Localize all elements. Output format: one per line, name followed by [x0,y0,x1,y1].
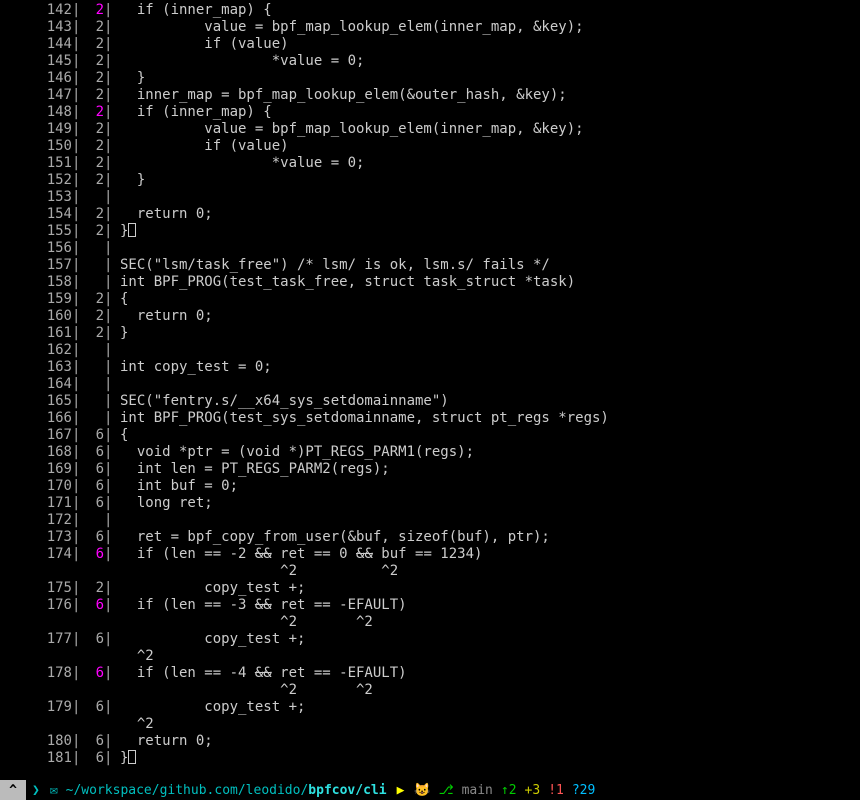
code-line: 165||SEC("fentry.s/__x64_sys_setdomainna… [0,393,860,410]
code-line: 162|| [0,342,860,359]
code-line: 163||int copy_test = 0; [0,359,860,376]
triangle-right-icon: ▶ [391,780,411,800]
code-output: 142|2| if (inner_map) {143|2| value = bp… [0,2,860,767]
branch-annotation: ^2 ^2 [0,682,860,699]
code-line: 167|6|{ [0,427,860,444]
code-line: 174|6| if (len == -2 && ret == 0 && buf … [0,546,860,563]
code-line: 155|2|} [0,223,860,240]
code-line: 172|| [0,512,860,529]
code-line: 150|2| if (value) [0,138,860,155]
code-line: 153|| [0,189,860,206]
branch-annotation: ^2 ^2 [0,614,860,631]
code-line: 179|6| copy_test +; [0,699,860,716]
code-line: 176|6| if (len == -3 && ret == -EFAULT) [0,597,860,614]
code-line: 160|2| return 0; [0,308,860,325]
branch-annotation: ^2 [0,648,860,665]
git-untracked: ?29 [568,780,599,800]
code-line: 144|2| if (value) [0,36,860,53]
code-line: 142|2| if (inner_map) { [0,2,860,19]
cwd-path: ~/workspace/github.com/leodido/bpfcov/cl… [62,780,391,800]
code-line: 178|6| if (len == -4 && ret == -EFAULT) [0,665,860,682]
mail-icon: ✉ [46,780,62,800]
code-line: 148|2| if (inner_map) { [0,104,860,121]
branch-annotation: ^2 [0,716,860,733]
branch-icon: ⎇ [435,780,458,800]
code-line: 156|| [0,240,860,257]
git-branch: main [458,780,497,800]
code-line: 166||int BPF_PROG(test_sys_setdomainname… [0,410,860,427]
git-ahead: ↑2 [497,780,521,800]
code-line: 175|2| copy_test +; [0,580,860,597]
cursor-icon [128,750,136,764]
code-line: 168|6| void *ptr = (void *)PT_REGS_PARM1… [0,444,860,461]
code-line: 161|2|} [0,325,860,342]
code-line: 147|2| inner_map = bpf_map_lookup_elem(&… [0,87,860,104]
code-line: 154|2| return 0; [0,206,860,223]
code-line: 177|6| copy_test +; [0,631,860,648]
code-line: 157||SEC("lsm/task_free") /* lsm/ is ok,… [0,257,860,274]
git-modified: !1 [544,780,568,800]
terminal-window[interactable]: 142|2| if (inner_map) {143|2| value = bp… [0,0,860,800]
code-line: 158||int BPF_PROG(test_task_free, struct… [0,274,860,291]
code-line: 151|2| *value = 0; [0,155,860,172]
git-staged: +3 [521,780,545,800]
branch-annotation: ^2 ^2 [0,563,860,580]
code-line: 146|2| } [0,70,860,87]
code-line: 170|6| int buf = 0; [0,478,860,495]
chevron-right-icon: ❯ [26,780,46,800]
code-line: 152|2| } [0,172,860,189]
code-line: 143|2| value = bpf_map_lookup_elem(inner… [0,19,860,36]
code-line: 149|2| value = bpf_map_lookup_elem(inner… [0,121,860,138]
prompt-icon: ^ [0,780,26,800]
code-line: 145|2| *value = 0; [0,53,860,70]
code-line: 181|6|} [0,750,860,767]
status-bar: ^ ❯ ✉ ~/workspace/github.com/leodido/bpf… [0,780,860,800]
git-icon: 😺 [410,780,434,800]
code-line: 169|6| int len = PT_REGS_PARM2(regs); [0,461,860,478]
code-line: 180|6| return 0; [0,733,860,750]
cursor-icon [128,223,136,237]
code-line: 173|6| ret = bpf_copy_from_user(&buf, si… [0,529,860,546]
code-line: 164|| [0,376,860,393]
code-line: 159|2|{ [0,291,860,308]
code-line: 171|6| long ret; [0,495,860,512]
